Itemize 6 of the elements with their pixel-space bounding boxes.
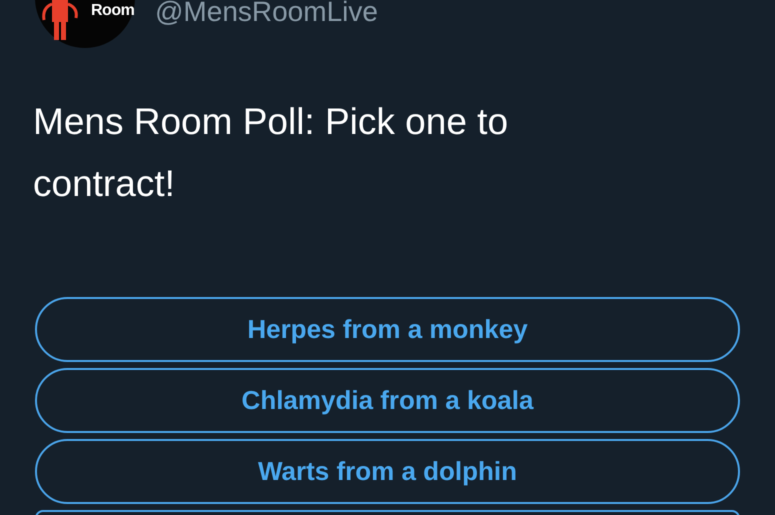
tweet-text: Mens Room Poll: Pick one to contract! (33, 100, 510, 206)
user-handle: @MensRoomLive (155, 0, 378, 28)
poll-option[interactable]: Warts from a dolphin (35, 439, 740, 504)
logo-text: Room (91, 2, 134, 20)
poll-option[interactable]: Herpes from a monkey (35, 297, 740, 362)
poll-option[interactable]: Chlamydia from a koala (35, 368, 740, 433)
